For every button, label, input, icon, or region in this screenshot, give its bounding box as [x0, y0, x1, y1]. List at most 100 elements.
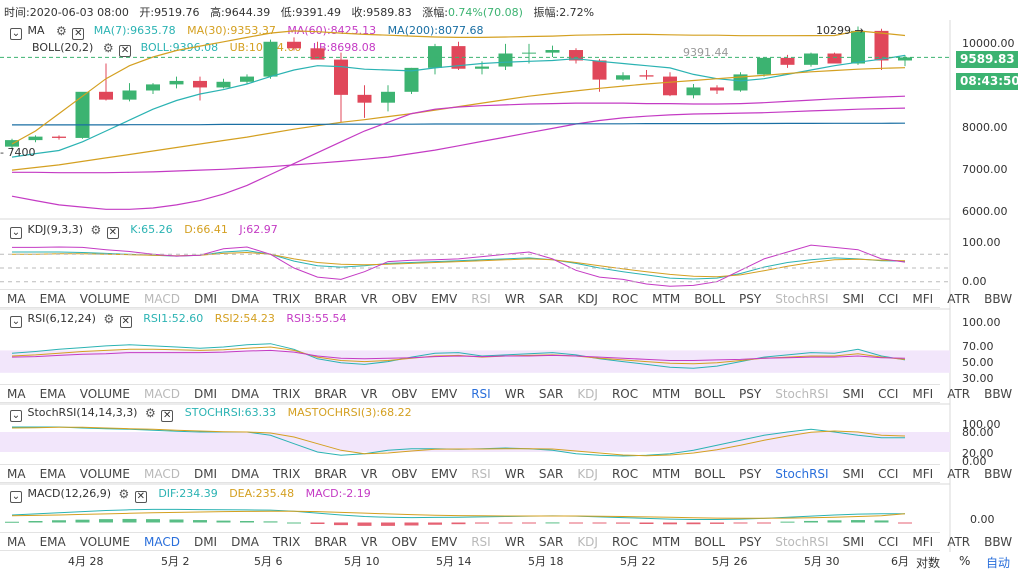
indicator-tab-boll[interactable]: BOLL — [687, 535, 732, 549]
indicator-tab-mfi[interactable]: MFI — [905, 387, 940, 401]
indicator-tab-brar[interactable]: BRAR — [307, 535, 354, 549]
indicator-tab-boll[interactable]: BOLL — [687, 467, 732, 481]
indicator-tab-smi[interactable]: SMI — [836, 387, 872, 401]
indicator-tab-wr[interactable]: WR — [498, 467, 532, 481]
indicator-tab-brar[interactable]: BRAR — [307, 292, 354, 306]
indicator-tab-roc[interactable]: ROC — [605, 467, 645, 481]
candlestick-chart[interactable] — [0, 0, 1018, 569]
collapse-toggle-icon[interactable]: ⌄ — [10, 491, 22, 503]
collapse-toggle-icon[interactable]: ⌄ — [10, 410, 22, 422]
indicator-tab-atr[interactable]: ATR — [940, 292, 977, 306]
indicator-tab-brar[interactable]: BRAR — [307, 467, 354, 481]
indicator-tab-stochrsi[interactable]: StochRSI — [768, 535, 835, 549]
indicator-tab-boll[interactable]: BOLL — [687, 387, 732, 401]
stochrsi-settings-gear-icon[interactable]: ⚙ — [145, 406, 156, 420]
kdj-settings-gear-icon[interactable]: ⚙ — [91, 223, 102, 237]
indicator-tab-ema[interactable]: EMA — [33, 387, 73, 401]
indicator-tab-mtm[interactable]: MTM — [645, 467, 687, 481]
indicator-tab-dma[interactable]: DMA — [224, 292, 266, 306]
kdj-close-icon[interactable]: ✕ — [106, 227, 119, 239]
indicator-tab-wr[interactable]: WR — [498, 387, 532, 401]
indicator-tab-kdj[interactable]: KDJ — [570, 292, 605, 306]
indicator-tab-stochrsi[interactable]: StochRSI — [768, 467, 835, 481]
indicator-tab-ma[interactable]: MA — [0, 467, 33, 481]
indicator-tab-emv[interactable]: EMV — [424, 292, 464, 306]
indicator-tab-psy[interactable]: PSY — [732, 535, 768, 549]
indicator-tab-sar[interactable]: SAR — [532, 535, 570, 549]
indicator-tab-roc[interactable]: ROC — [605, 292, 645, 306]
indicator-tab-sar[interactable]: SAR — [532, 292, 570, 306]
stochrsi-close-icon[interactable]: ✕ — [161, 410, 174, 422]
indicator-tab-sar[interactable]: SAR — [532, 467, 570, 481]
indicator-tab-rsi[interactable]: RSI — [464, 387, 498, 401]
indicator-tab-trix[interactable]: TRIX — [266, 535, 307, 549]
indicator-tab-wr[interactable]: WR — [498, 535, 532, 549]
indicator-tab-mfi[interactable]: MFI — [905, 467, 940, 481]
indicator-tab-ema[interactable]: EMA — [33, 535, 73, 549]
indicator-tab-vr[interactable]: VR — [354, 292, 385, 306]
indicator-tab-atr[interactable]: ATR — [940, 387, 977, 401]
indicator-tab-trix[interactable]: TRIX — [266, 292, 307, 306]
indicator-tab-stochrsi[interactable]: StochRSI — [768, 292, 835, 306]
indicator-tab-rsi[interactable]: RSI — [464, 535, 498, 549]
indicator-tab-smi[interactable]: SMI — [836, 292, 872, 306]
indicator-tab-mtm[interactable]: MTM — [645, 292, 687, 306]
indicator-tab-volume[interactable]: VOLUME — [73, 292, 137, 306]
indicator-tab-mtm[interactable]: MTM — [645, 535, 687, 549]
indicator-tab-trix[interactable]: TRIX — [266, 387, 307, 401]
indicator-tab-dmi[interactable]: DMI — [187, 292, 224, 306]
indicator-tab-obv[interactable]: OBV — [385, 467, 425, 481]
indicator-tab-kdj[interactable]: KDJ — [570, 535, 605, 549]
indicator-tab-dmi[interactable]: DMI — [187, 387, 224, 401]
rsi-close-icon[interactable]: ✕ — [119, 316, 132, 328]
indicator-tab-smi[interactable]: SMI — [836, 467, 872, 481]
indicator-tab-bbw[interactable]: BBW — [977, 387, 1018, 401]
indicator-tab-wr[interactable]: WR — [498, 292, 532, 306]
auto-scale-toggle[interactable]: 自动 — [986, 554, 1010, 569]
indicator-tab-sar[interactable]: SAR — [532, 387, 570, 401]
indicator-tab-rsi[interactable]: RSI — [464, 467, 498, 481]
indicator-tab-vr[interactable]: VR — [354, 467, 385, 481]
indicator-tab-psy[interactable]: PSY — [732, 387, 768, 401]
indicator-tab-roc[interactable]: ROC — [605, 535, 645, 549]
indicator-tab-macd[interactable]: MACD — [137, 467, 187, 481]
macd-settings-gear-icon[interactable]: ⚙ — [119, 487, 130, 501]
indicator-tab-vr[interactable]: VR — [354, 387, 385, 401]
indicator-tab-bbw[interactable]: BBW — [977, 467, 1018, 481]
indicator-tab-kdj[interactable]: KDJ — [570, 467, 605, 481]
indicator-tab-obv[interactable]: OBV — [385, 387, 425, 401]
indicator-tab-ma[interactable]: MA — [0, 292, 33, 306]
indicator-tab-cci[interactable]: CCI — [871, 292, 905, 306]
indicator-tab-volume[interactable]: VOLUME — [73, 467, 137, 481]
indicator-tab-ema[interactable]: EMA — [33, 292, 73, 306]
collapse-toggle-icon[interactable]: ⌄ — [10, 227, 22, 239]
macd-close-icon[interactable]: ✕ — [134, 491, 147, 503]
indicator-tab-brar[interactable]: BRAR — [307, 387, 354, 401]
indicator-tab-bbw[interactable]: BBW — [977, 535, 1018, 549]
indicator-tab-cci[interactable]: CCI — [871, 467, 905, 481]
indicator-tab-cci[interactable]: CCI — [871, 535, 905, 549]
indicator-tab-obv[interactable]: OBV — [385, 535, 425, 549]
indicator-tab-ma[interactable]: MA — [0, 535, 33, 549]
indicator-tab-obv[interactable]: OBV — [385, 292, 425, 306]
indicator-tab-emv[interactable]: EMV — [424, 467, 464, 481]
indicator-tab-roc[interactable]: ROC — [605, 387, 645, 401]
collapse-toggle-icon[interactable]: ⌄ — [10, 316, 22, 328]
indicator-tab-mfi[interactable]: MFI — [905, 535, 940, 549]
indicator-tab-volume[interactable]: VOLUME — [73, 387, 137, 401]
indicator-tab-bbw[interactable]: BBW — [977, 292, 1018, 306]
indicator-tab-volume[interactable]: VOLUME — [73, 535, 137, 549]
indicator-tab-vr[interactable]: VR — [354, 535, 385, 549]
indicator-tab-dma[interactable]: DMA — [224, 535, 266, 549]
indicator-tab-ma[interactable]: MA — [0, 387, 33, 401]
indicator-tab-atr[interactable]: ATR — [940, 535, 977, 549]
percent-scale-toggle[interactable]: % — [959, 554, 970, 568]
indicator-tab-psy[interactable]: PSY — [732, 292, 768, 306]
indicator-tab-trix[interactable]: TRIX — [266, 467, 307, 481]
indicator-tab-kdj[interactable]: KDJ — [570, 387, 605, 401]
indicator-tab-dma[interactable]: DMA — [224, 387, 266, 401]
indicator-tab-boll[interactable]: BOLL — [687, 292, 732, 306]
indicator-tab-atr[interactable]: ATR — [940, 467, 977, 481]
indicator-tab-macd[interactable]: MACD — [137, 387, 187, 401]
indicator-tab-smi[interactable]: SMI — [836, 535, 872, 549]
